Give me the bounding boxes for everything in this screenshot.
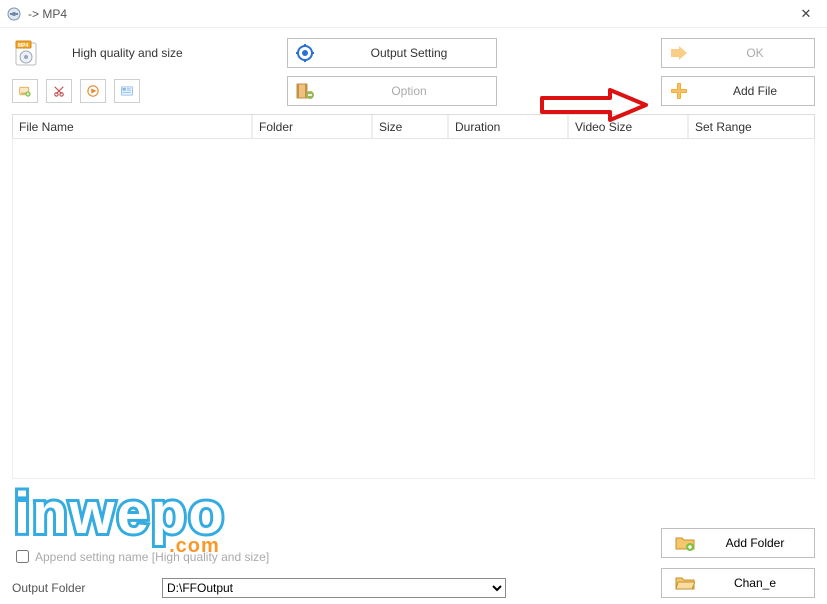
title-bar: -> MP4 ✕	[0, 0, 827, 28]
col-set-range[interactable]: Set Range	[688, 115, 815, 138]
add-file-button[interactable]: Add File	[661, 76, 815, 106]
append-setting-checkbox[interactable]	[16, 550, 29, 563]
output-setting-button[interactable]: Output Setting	[287, 38, 497, 68]
option-label: Option	[322, 84, 496, 98]
plus-icon	[662, 82, 696, 100]
file-table: File Name Folder Size Duration Video Siz…	[12, 114, 815, 479]
ok-button[interactable]: OK	[661, 38, 815, 68]
add-file-label: Add File	[696, 84, 814, 98]
svg-text:MP4: MP4	[18, 43, 29, 49]
watermark-text: inwepo	[14, 480, 226, 547]
quality-label: High quality and size	[72, 46, 183, 60]
gear-icon	[288, 43, 322, 63]
change-folder-label: Chan_e	[702, 576, 808, 590]
info-button[interactable]	[114, 79, 140, 103]
film-icon	[288, 82, 322, 100]
col-duration[interactable]: Duration	[448, 115, 568, 138]
folder-open-icon	[668, 575, 702, 591]
output-folder-select[interactable]: D:\FFOutput	[162, 578, 506, 598]
info-card-icon	[121, 85, 133, 97]
col-video-size[interactable]: Video Size	[568, 115, 688, 138]
format-mp4-icon: MP4	[14, 39, 42, 67]
table-body[interactable]	[12, 139, 815, 479]
add-folder-label: Add Folder	[702, 536, 808, 550]
ok-label: OK	[696, 46, 814, 60]
arrow-right-icon	[662, 44, 696, 62]
folder-plus-icon	[668, 535, 702, 551]
change-folder-button[interactable]: Chan_e	[661, 568, 815, 598]
col-file-name[interactable]: File Name	[12, 115, 252, 138]
append-setting-label: Append setting name [High quality and si…	[35, 550, 269, 564]
output-folder-label: Output Folder	[12, 581, 152, 595]
col-size[interactable]: Size	[372, 115, 448, 138]
add-folder-button[interactable]: Add Folder	[661, 528, 815, 558]
output-setting-label: Output Setting	[322, 46, 496, 60]
table-header: File Name Folder Size Duration Video Siz…	[12, 115, 815, 139]
play-icon	[87, 84, 99, 98]
app-icon	[6, 6, 22, 22]
play-button[interactable]	[80, 79, 106, 103]
cut-button[interactable]	[46, 79, 72, 103]
subtitle-icon	[19, 83, 31, 99]
option-button[interactable]: Option	[287, 76, 497, 106]
add-subtitle-button[interactable]	[12, 79, 38, 103]
scissors-icon	[53, 84, 65, 98]
window-title: -> MP4	[28, 7, 791, 21]
close-button[interactable]: ✕	[791, 6, 821, 22]
col-folder[interactable]: Folder	[252, 115, 372, 138]
